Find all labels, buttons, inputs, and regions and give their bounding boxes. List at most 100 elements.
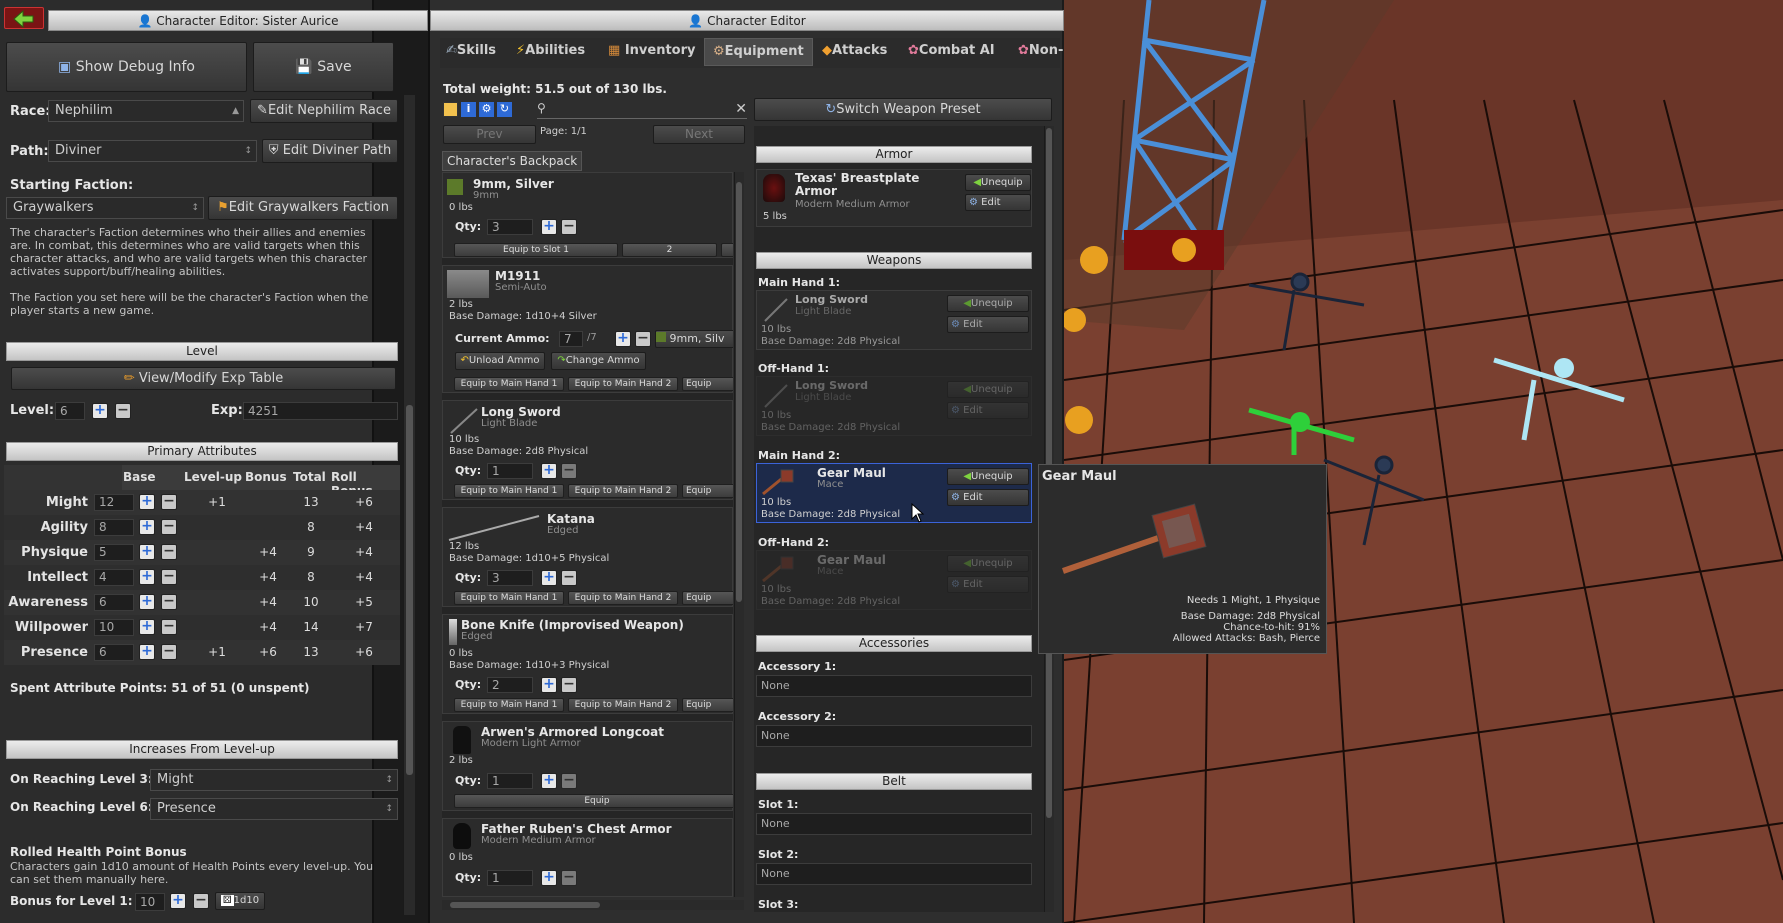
edit-path-button[interactable]: ⛨ Edit Diviner Path (262, 139, 398, 163)
game-viewport[interactable] (1064, 0, 1783, 923)
attribute-plus-button[interactable]: + (139, 519, 155, 535)
belt-slot2[interactable]: None (756, 863, 1032, 885)
level-field[interactable]: 6 (55, 402, 85, 420)
equip-more-button[interactable]: Equip (682, 591, 733, 605)
equip-slot1-button[interactable]: Equip to Slot 1 (454, 243, 618, 257)
qty-field[interactable]: 3 (487, 570, 533, 586)
qty-plus-button[interactable]: + (541, 463, 557, 479)
settings-icon[interactable]: ⚙ (479, 102, 494, 117)
edit-button[interactable]: ⚙ Edit (947, 576, 1029, 593)
left-scrollbar[interactable] (403, 95, 415, 915)
faction-dropdown[interactable]: Graywalkers ↕ (6, 197, 204, 219)
oh2-slot[interactable]: Gear Maul Mace 10 lbs Base Damage: 2d8 P… (756, 550, 1032, 610)
attribute-minus-button[interactable]: − (161, 494, 177, 510)
equip-main-hand-2-button[interactable]: Equip to Main Hand 2 (568, 698, 678, 712)
attribute-base-field[interactable]: 12 (94, 494, 134, 511)
bonus-l1-field[interactable]: 10 (135, 893, 165, 911)
list-item[interactable]: Father Ruben's Chest Armor Modern Medium… (442, 818, 733, 897)
tab-combat-ai[interactable]: ✿Combat AI (908, 38, 995, 66)
unequip-button[interactable]: ◀Unequip (947, 468, 1029, 485)
qty-minus-button[interactable]: − (561, 773, 577, 789)
tab-non[interactable]: ✿Non- (1018, 38, 1063, 66)
equip-button[interactable]: Equip (454, 794, 733, 808)
attribute-plus-button[interactable]: + (139, 569, 155, 585)
switch-weapon-preset-button[interactable]: ↻Switch Weapon Preset (754, 98, 1052, 121)
tab-skills[interactable]: ✍Skills (446, 38, 496, 66)
ammo-minus-button[interactable]: − (635, 331, 651, 347)
prev-button[interactable]: Prev (443, 125, 536, 144)
tab-attacks[interactable]: ◆Attacks (822, 38, 887, 66)
attribute-minus-button[interactable]: − (161, 544, 177, 560)
equip-main-hand-2-button[interactable]: Equip to Main Hand 2 (568, 484, 678, 498)
level-plus-button[interactable]: + (92, 403, 108, 419)
folder-icon[interactable] (443, 102, 458, 117)
edit-button[interactable]: ⚙ Edit (965, 194, 1031, 211)
backpack-scrollbar[interactable] (734, 172, 744, 897)
equip-more-button[interactable]: Equip (682, 377, 733, 391)
mh1-slot[interactable]: Long Sword Light Blade 10 lbs Base Damag… (756, 290, 1032, 350)
attribute-base-field[interactable]: 4 (94, 569, 134, 586)
oh1-slot[interactable]: Long Sword Light Blade 10 lbs Base Damag… (756, 376, 1032, 436)
tab-abilities[interactable]: ⚡Abilities (516, 38, 585, 66)
unload-ammo-button[interactable]: ↶Unload Ammo (455, 352, 545, 370)
attribute-base-field[interactable]: 5 (94, 544, 134, 561)
unequip-button[interactable]: ◀Unequip (947, 295, 1029, 312)
qty-field[interactable]: 1 (487, 463, 533, 479)
edit-faction-button[interactable]: ⚑Edit Graywalkers Faction (208, 196, 398, 220)
show-debug-button[interactable]: ▣ Show Debug Info (6, 42, 247, 92)
attribute-plus-button[interactable]: + (139, 494, 155, 510)
attribute-minus-button[interactable]: − (161, 644, 177, 660)
next-button[interactable]: Next (653, 125, 745, 144)
acc1-slot[interactable]: None (756, 675, 1032, 697)
attribute-plus-button[interactable]: + (139, 619, 155, 635)
equip-more-button[interactable]: Equip (682, 484, 733, 498)
belt-slot1[interactable]: None (756, 813, 1032, 835)
list-item[interactable]: Bone Knife (Improvised Weapon) Edged 0 l… (442, 614, 733, 714)
equip-main-hand-1-button[interactable]: Equip to Main Hand 1 (454, 698, 564, 712)
equip-more-button[interactable]: Equip (682, 698, 733, 712)
qty-minus-button[interactable]: − (561, 219, 577, 235)
acc2-slot[interactable]: None (756, 725, 1032, 747)
unequip-button[interactable]: ◀Unequip (965, 174, 1031, 191)
lvl6-dropdown[interactable]: Presence ↕ (150, 798, 398, 820)
save-button[interactable]: 💾 Save (253, 42, 394, 92)
equip-main-hand-2-button[interactable]: Equip to Main Hand 2 (568, 591, 678, 605)
bonus-minus-button[interactable]: − (193, 893, 209, 909)
qty-plus-button[interactable]: + (541, 570, 557, 586)
qty-field[interactable]: 1 (487, 870, 533, 886)
attribute-plus-button[interactable]: + (139, 594, 155, 610)
qty-minus-button[interactable]: − (561, 870, 577, 886)
backpack-tab[interactable]: Character's Backpack (442, 151, 582, 171)
ammo-type-button[interactable]: 9mm, Silv (655, 330, 733, 348)
view-exp-table-button[interactable]: ✏ View/Modify Exp Table (11, 367, 396, 390)
qty-plus-button[interactable]: + (541, 870, 557, 886)
backpack-hscroll-thumb[interactable] (450, 902, 600, 908)
attribute-minus-button[interactable]: − (161, 519, 177, 535)
left-scroll-thumb[interactable] (406, 405, 413, 775)
edit-button[interactable]: ⚙ Edit (947, 402, 1029, 419)
equip-main-hand-2-button[interactable]: Equip to Main Hand 2 (568, 377, 678, 391)
bonus-plus-button[interactable]: + (170, 893, 186, 909)
attribute-plus-button[interactable]: + (139, 644, 155, 660)
change-ammo-button[interactable]: ↷Change Ammo (551, 352, 646, 370)
qty-minus-button[interactable]: − (561, 677, 577, 693)
qty-plus-button[interactable]: + (541, 219, 557, 235)
list-item[interactable]: M1911 Semi-Auto 2 lbs Base Damage: 1d10+… (442, 265, 733, 393)
tab-inventory[interactable]: ▦ Inventory (608, 38, 696, 66)
qty-field[interactable]: 3 (487, 219, 533, 235)
list-item[interactable]: Katana Edged 12 lbs Base Damage: 1d10+5 … (442, 507, 733, 607)
attribute-plus-button[interactable]: + (139, 544, 155, 560)
list-item[interactable]: Long Sword Light Blade 10 lbs Base Damag… (442, 400, 733, 500)
qty-minus-button[interactable]: − (561, 463, 577, 479)
qty-field[interactable]: 1 (487, 773, 533, 789)
attribute-base-field[interactable]: 8 (94, 519, 134, 536)
attribute-base-field[interactable]: 10 (94, 619, 134, 636)
refresh-icon[interactable]: ↻ (497, 102, 512, 117)
path-dropdown[interactable]: Diviner ↕ (48, 140, 257, 162)
qty-field[interactable]: 2 (487, 677, 533, 693)
ammo-current-field[interactable]: 7 (559, 331, 583, 347)
exp-field[interactable]: 4251 (243, 402, 398, 420)
equip-slot3-button[interactable] (721, 243, 733, 257)
attribute-base-field[interactable]: 6 (94, 594, 134, 611)
edit-button[interactable]: ⚙ Edit (947, 489, 1029, 506)
